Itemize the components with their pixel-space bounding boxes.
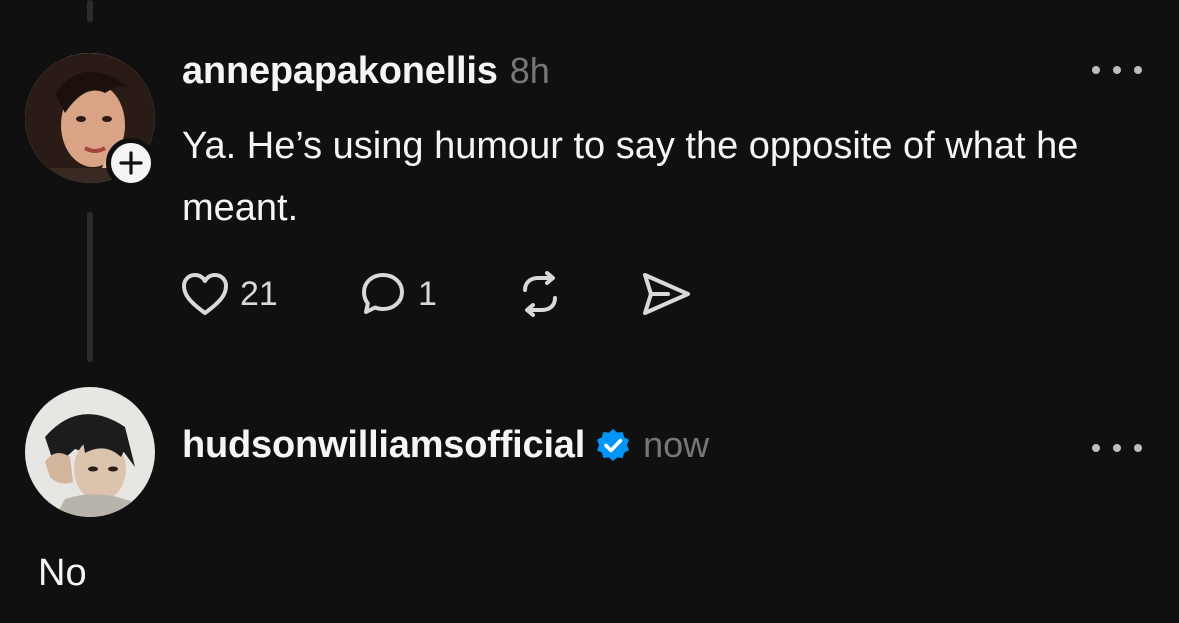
reply-draft-text[interactable]: No <box>38 552 87 595</box>
more-options-button[interactable] <box>1092 438 1142 458</box>
send-icon <box>643 273 690 315</box>
more-icon <box>1092 66 1100 74</box>
repost-icon <box>523 271 557 317</box>
reply-count: 1 <box>418 274 437 313</box>
thread-connector <box>87 212 93 362</box>
heart-icon <box>182 273 228 315</box>
like-count: 21 <box>240 274 278 313</box>
username-link[interactable]: hudsonwilliamsofficial <box>182 424 585 467</box>
post-header: annepapakonellis 8h <box>182 50 550 93</box>
follow-button[interactable] <box>106 138 156 188</box>
thread-view: annepapakonellis 8h Ya. He’s using humou… <box>0 0 1179 623</box>
avatar[interactable] <box>25 387 155 517</box>
like-button[interactable]: 21 <box>180 271 278 317</box>
post-action-bar: 21 1 <box>180 268 690 320</box>
repost-button[interactable] <box>515 270 565 318</box>
reply-header: hudsonwilliamsofficial now <box>182 424 709 467</box>
comment-icon <box>362 273 404 314</box>
more-icon <box>1092 444 1100 452</box>
username-link[interactable]: annepapakonellis <box>182 50 498 93</box>
more-options-button[interactable] <box>1092 60 1142 80</box>
reply-button[interactable]: 1 <box>358 270 437 318</box>
thread-connector-top <box>87 0 93 22</box>
post-text: Ya. He’s using humour to say the opposit… <box>182 125 1079 229</box>
reply-timestamp: now <box>643 424 710 465</box>
plus-icon <box>119 151 143 175</box>
share-button[interactable] <box>638 269 694 319</box>
verified-badge-icon <box>597 428 630 461</box>
post-timestamp: 8h <box>509 50 550 91</box>
